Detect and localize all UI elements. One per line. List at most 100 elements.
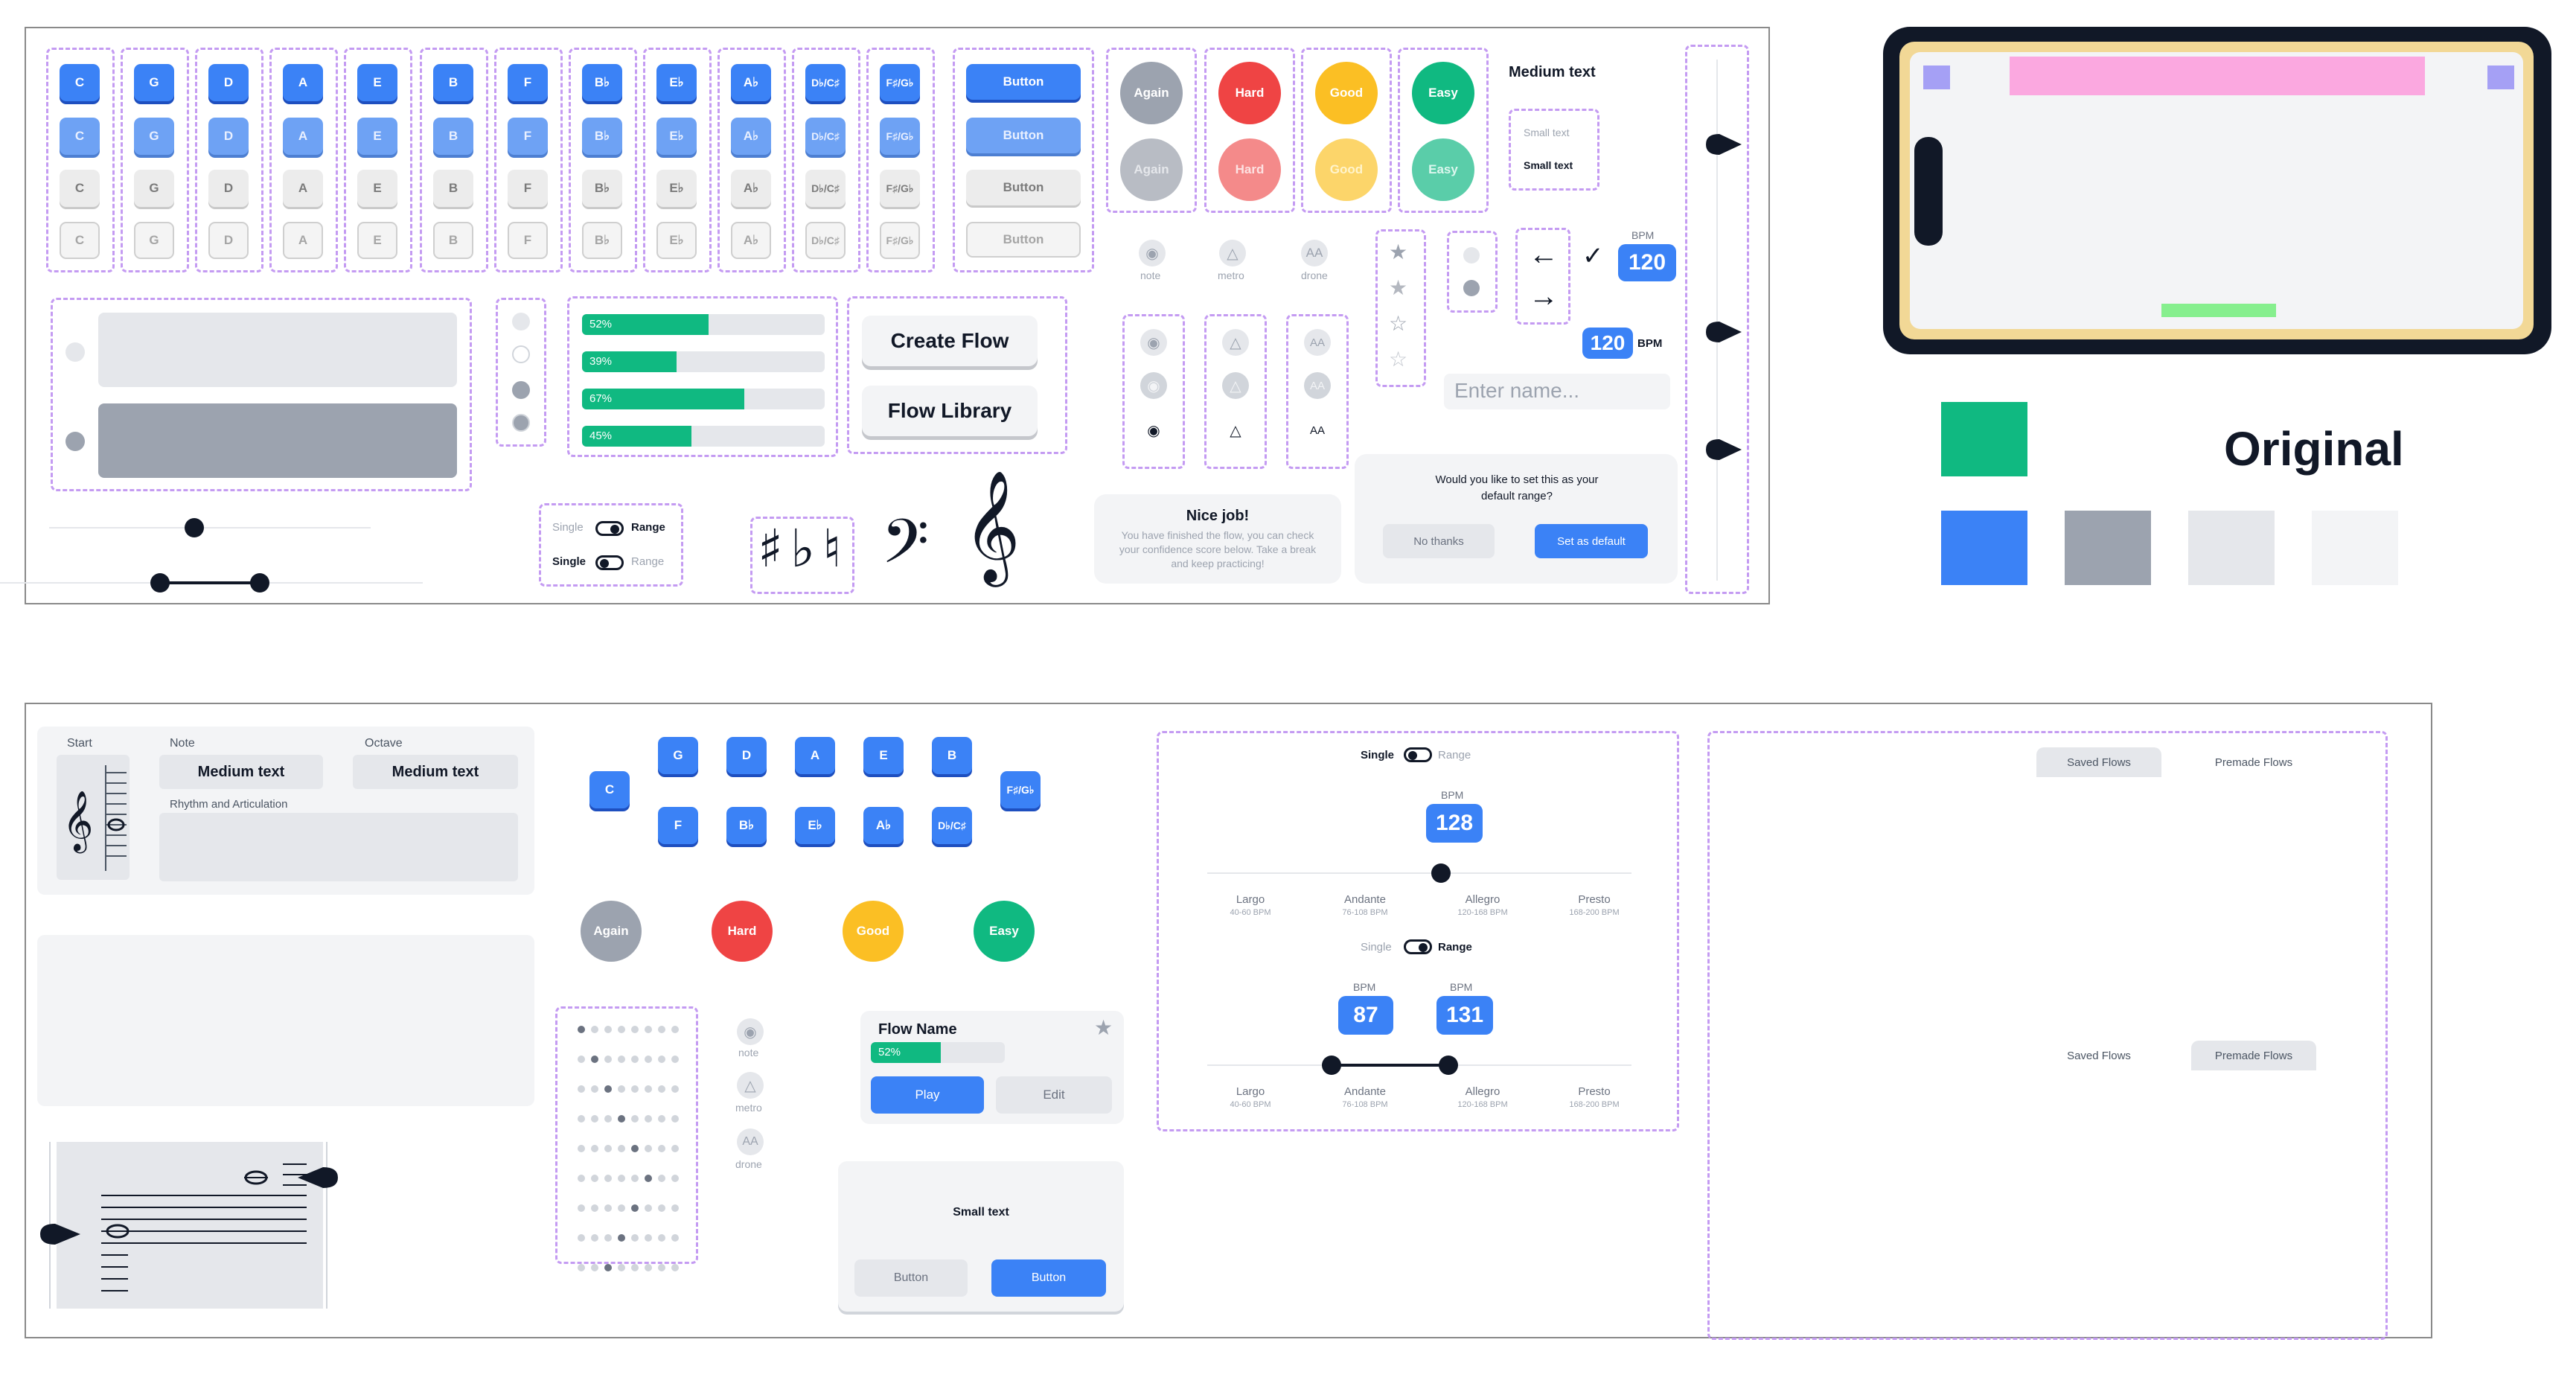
- tempo-single-value[interactable]: 128: [1426, 804, 1483, 843]
- key-button[interactable]: B♭: [726, 807, 767, 844]
- grid-dot[interactable]: [658, 1056, 665, 1063]
- grid-dot[interactable]: [618, 1056, 625, 1063]
- tab-premade-flows-active[interactable]: Premade Flows: [2191, 1041, 2316, 1070]
- grid-dot[interactable]: [578, 1264, 585, 1271]
- drone-icon[interactable]: AA: [1304, 417, 1331, 444]
- set-default-button[interactable]: Set as default: [1535, 524, 1648, 558]
- key-button[interactable]: D: [726, 737, 767, 774]
- grid-dot[interactable]: [604, 1145, 612, 1152]
- key-button[interactable]: E: [863, 737, 904, 774]
- grid-dot[interactable]: [618, 1145, 625, 1152]
- key-button[interactable]: A: [795, 737, 835, 774]
- dialog-cancel-button[interactable]: Button: [854, 1259, 968, 1297]
- drone-icon[interactable]: AA: [1304, 329, 1331, 356]
- tab-saved-flows-active[interactable]: Saved Flows: [2036, 747, 2161, 777]
- grid-dot[interactable]: [631, 1234, 639, 1242]
- key-button[interactable]: C: [589, 771, 630, 808]
- key-button[interactable]: G: [134, 170, 174, 207]
- key-button[interactable]: B: [433, 170, 473, 207]
- key-button[interactable]: B: [433, 118, 473, 155]
- marker-handle-1[interactable]: [1703, 131, 1743, 158]
- metronome-icon-side[interactable]: △: [737, 1072, 764, 1099]
- key-button[interactable]: A♭: [863, 807, 904, 844]
- arrow-right-icon[interactable]: →: [1529, 281, 1559, 311]
- grid-dot[interactable]: [645, 1204, 652, 1212]
- again-button-pressed[interactable]: Again: [1120, 138, 1183, 201]
- grid-dot[interactable]: [631, 1056, 639, 1063]
- grid-dot[interactable]: [618, 1204, 625, 1212]
- drone-icon[interactable]: AA: [1301, 240, 1328, 266]
- key-button[interactable]: E♭: [656, 118, 697, 155]
- metronome-icon[interactable]: △: [1222, 417, 1249, 444]
- key-button[interactable]: E♭: [656, 64, 697, 101]
- key-button[interactable]: A♭: [731, 118, 771, 155]
- grid-dot[interactable]: [618, 1115, 625, 1123]
- grid-dot[interactable]: [604, 1085, 612, 1093]
- grid-dot[interactable]: [658, 1264, 665, 1271]
- tab-premade-flows[interactable]: Premade Flows: [2191, 747, 2316, 777]
- good-button-pressed[interactable]: Good: [1315, 138, 1378, 201]
- key-button[interactable]: E: [357, 64, 397, 101]
- list-row-1[interactable]: [98, 313, 457, 387]
- key-button[interactable]: A♭: [731, 170, 771, 207]
- key-button[interactable]: E: [357, 118, 397, 155]
- eye-icon[interactable]: ◉: [1139, 240, 1166, 266]
- key-button[interactable]: A: [283, 64, 323, 101]
- grid-dot[interactable]: [578, 1175, 585, 1182]
- key-button[interactable]: G: [658, 737, 698, 774]
- staff-low-handle[interactable]: [37, 1221, 83, 1248]
- grid-dot[interactable]: [604, 1234, 612, 1242]
- grid-dot[interactable]: [658, 1115, 665, 1123]
- grid-dot[interactable]: [591, 1115, 598, 1123]
- grid-dot[interactable]: [671, 1085, 679, 1093]
- star-icon-outline[interactable]: ☆: [1389, 311, 1407, 336]
- key-button[interactable]: D♭/C♯: [805, 64, 846, 101]
- grid-dot[interactable]: [618, 1234, 625, 1242]
- key-button[interactable]: B♭: [582, 170, 622, 207]
- grid-dot[interactable]: [645, 1056, 652, 1063]
- grid-dot[interactable]: [578, 1056, 585, 1063]
- grid-dot[interactable]: [618, 1085, 625, 1093]
- grid-dot[interactable]: [671, 1234, 679, 1242]
- dialog-confirm-button[interactable]: Button: [991, 1259, 1106, 1297]
- grid-dot[interactable]: [604, 1026, 612, 1033]
- mode-toggle-2[interactable]: [595, 555, 624, 570]
- row-radio-1[interactable]: [65, 342, 85, 362]
- hard-button-bottom[interactable]: Hard: [712, 901, 773, 962]
- grid-dot[interactable]: [671, 1264, 679, 1271]
- grid-dot[interactable]: [671, 1145, 679, 1152]
- key-button[interactable]: G: [134, 64, 174, 101]
- grid-dot[interactable]: [631, 1264, 639, 1271]
- key-button[interactable]: E♭: [795, 807, 835, 844]
- drone-icon-side[interactable]: AA: [737, 1128, 764, 1155]
- edit-button[interactable]: Edit: [996, 1076, 1112, 1114]
- again-button[interactable]: Again: [1120, 62, 1183, 124]
- grid-dot[interactable]: [671, 1204, 679, 1212]
- grid-dot[interactable]: [604, 1264, 612, 1271]
- grid-dot[interactable]: [631, 1204, 639, 1212]
- grid-dot[interactable]: [658, 1026, 665, 1033]
- star-icon-filled-light[interactable]: ★: [1389, 275, 1407, 300]
- grid-dot[interactable]: [631, 1026, 639, 1033]
- key-button[interactable]: C: [60, 118, 100, 155]
- grid-dot[interactable]: [618, 1175, 625, 1182]
- grid-dot[interactable]: [671, 1026, 679, 1033]
- grid-dot[interactable]: [591, 1056, 598, 1063]
- key-button[interactable]: F: [508, 118, 548, 155]
- single-slider-thumb[interactable]: [185, 518, 204, 537]
- marker-handle-2[interactable]: [1703, 319, 1743, 345]
- key-button[interactable]: E♭: [656, 170, 697, 207]
- eye-icon[interactable]: ◉: [1140, 372, 1167, 399]
- grid-dot[interactable]: [645, 1085, 652, 1093]
- again-button-bottom[interactable]: Again: [581, 901, 642, 962]
- radio-empty[interactable]: [512, 313, 530, 331]
- key-button[interactable]: D: [208, 64, 249, 101]
- key-button[interactable]: A: [283, 170, 323, 207]
- key-button[interactable]: B♭: [582, 118, 622, 155]
- grid-dot[interactable]: [578, 1204, 585, 1212]
- key-button[interactable]: B: [433, 64, 473, 101]
- metronome-icon[interactable]: △: [1222, 329, 1249, 356]
- list-row-2[interactable]: [98, 403, 457, 478]
- grid-dot[interactable]: [671, 1175, 679, 1182]
- grid-dot[interactable]: [578, 1145, 585, 1152]
